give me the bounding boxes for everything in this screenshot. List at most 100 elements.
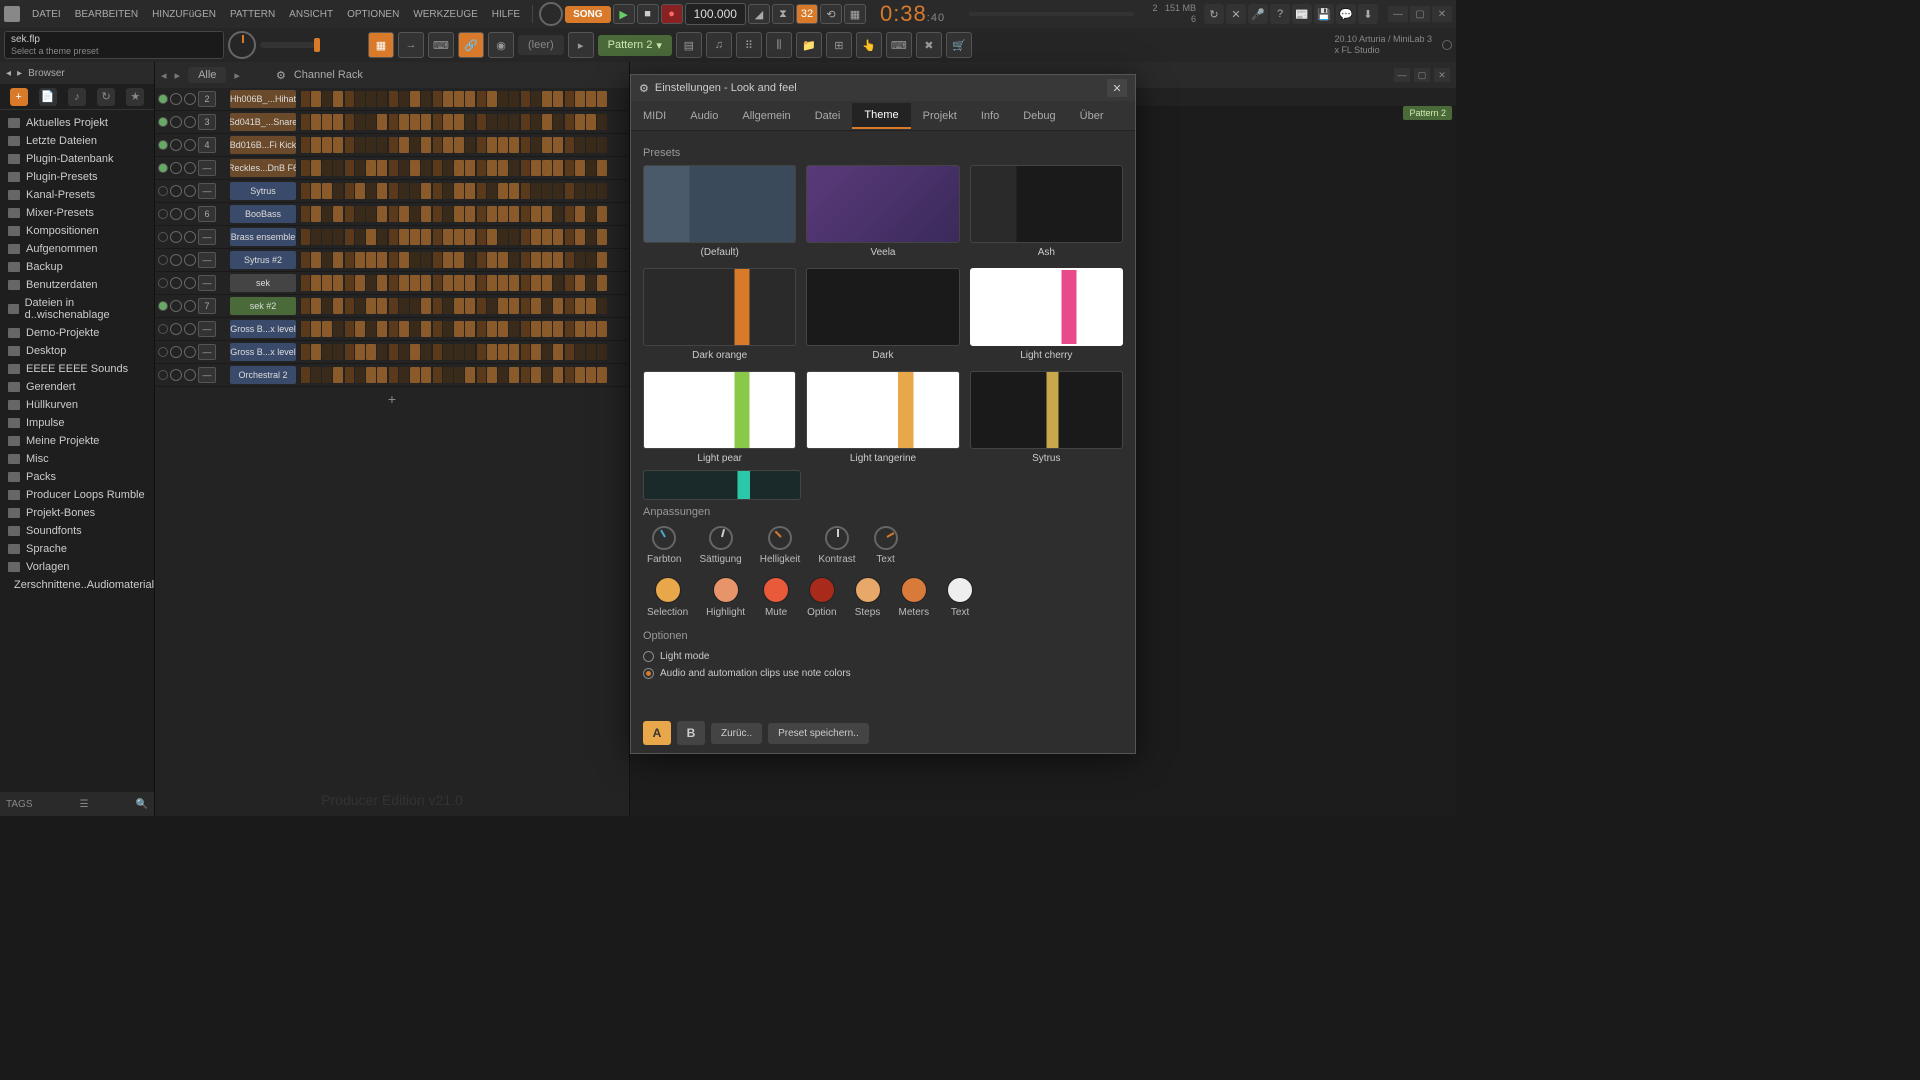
channel-pan-knob[interactable] — [170, 93, 182, 105]
step-cell[interactable] — [300, 137, 310, 153]
step-cell[interactable] — [410, 137, 420, 153]
settings-tab-info[interactable]: Info — [969, 104, 1011, 128]
menu-options[interactable]: OPTIONEN — [341, 5, 405, 24]
browser-item[interactable]: Demo-Projekte — [0, 324, 154, 342]
adjustment-knob[interactable] — [768, 526, 792, 550]
step-cell[interactable] — [322, 206, 332, 222]
step-cell[interactable] — [377, 298, 387, 314]
channel-vol-knob[interactable] — [184, 162, 196, 174]
step-cell[interactable] — [575, 298, 585, 314]
step-cell[interactable] — [311, 206, 321, 222]
channel-pan-knob[interactable] — [170, 300, 182, 312]
step-cell[interactable] — [465, 344, 475, 360]
step-edit-button[interactable]: ▦ — [844, 4, 866, 24]
step-cell[interactable] — [476, 137, 486, 153]
channel-route[interactable]: — — [198, 183, 216, 199]
step-cell[interactable] — [498, 298, 508, 314]
step-cell[interactable] — [344, 206, 354, 222]
step-cell[interactable] — [531, 367, 541, 383]
compare-a-button[interactable]: A — [643, 721, 671, 745]
step-cell[interactable] — [454, 252, 464, 268]
step-cell[interactable] — [300, 275, 310, 291]
channel-name-button[interactable]: Reckles...DnB F6 — [230, 159, 296, 177]
step-cell[interactable] — [553, 183, 563, 199]
step-cell[interactable] — [421, 321, 431, 337]
settings-tab-über[interactable]: Über — [1068, 104, 1116, 128]
step-cell[interactable] — [311, 252, 321, 268]
step-cell[interactable] — [586, 367, 596, 383]
cr-fwd-icon[interactable]: ▸ — [175, 69, 181, 82]
step-cell[interactable] — [542, 183, 552, 199]
color-swatch[interactable] — [713, 577, 739, 603]
plugin-picker-icon[interactable]: ⊞ — [826, 32, 852, 58]
channel-vol-knob[interactable] — [184, 231, 196, 243]
browser-item[interactable]: Producer Loops Rumble — [0, 486, 154, 504]
channel-mute-icon[interactable] — [158, 255, 168, 265]
step-cell[interactable] — [564, 344, 574, 360]
step-cell[interactable] — [432, 91, 442, 107]
bpm-display[interactable]: 100.000 — [685, 3, 746, 25]
step-cell[interactable] — [597, 275, 607, 291]
step-cell[interactable] — [553, 91, 563, 107]
step-cell[interactable] — [465, 114, 475, 130]
step-cell[interactable] — [465, 229, 475, 245]
stop-button[interactable]: ■ — [637, 4, 659, 24]
step-cell[interactable] — [498, 344, 508, 360]
live-mode-icon[interactable]: ◉ — [488, 32, 514, 58]
step-cell[interactable] — [355, 114, 365, 130]
tags-label[interactable]: TAGS — [6, 799, 32, 810]
step-cell[interactable] — [564, 367, 574, 383]
step-cell[interactable] — [553, 298, 563, 314]
step-cell[interactable] — [388, 91, 398, 107]
step-cell[interactable] — [586, 229, 596, 245]
step-cell[interactable] — [399, 137, 409, 153]
browser-item[interactable]: Vorlagen — [0, 558, 154, 576]
step-cell[interactable] — [586, 321, 596, 337]
step-cell[interactable] — [366, 137, 376, 153]
step-cell[interactable] — [575, 275, 585, 291]
step-cell[interactable] — [597, 298, 607, 314]
options-icon[interactable]: ▸ — [17, 68, 22, 79]
add-channel-button[interactable]: + — [155, 387, 629, 411]
step-cell[interactable] — [509, 344, 519, 360]
step-cell[interactable] — [498, 367, 508, 383]
channel-route[interactable]: — — [198, 160, 216, 176]
step-cell[interactable] — [586, 298, 596, 314]
step-cell[interactable] — [476, 275, 486, 291]
channel-name-button[interactable]: Brass ensemble — [230, 228, 296, 246]
step-cell[interactable] — [443, 298, 453, 314]
step-cell[interactable] — [311, 275, 321, 291]
step-cell[interactable] — [498, 321, 508, 337]
step-cell[interactable] — [443, 275, 453, 291]
step-cell[interactable] — [355, 298, 365, 314]
step-cell[interactable] — [487, 344, 497, 360]
step-cell[interactable] — [432, 275, 442, 291]
step-cell[interactable] — [311, 298, 321, 314]
step-cell[interactable] — [454, 275, 464, 291]
channel-pan-knob[interactable] — [170, 346, 182, 358]
send-to-icon[interactable]: → — [398, 32, 424, 58]
step-cell[interactable] — [333, 298, 343, 314]
step-cell[interactable] — [487, 206, 497, 222]
step-cell[interactable] — [509, 321, 519, 337]
step-cell[interactable] — [443, 137, 453, 153]
browser-tree[interactable]: Aktuelles ProjektLetzte DateienPlugin-Da… — [0, 110, 154, 792]
channel-pan-knob[interactable] — [170, 139, 182, 151]
step-cell[interactable] — [509, 206, 519, 222]
step-cell[interactable] — [509, 298, 519, 314]
step-cell[interactable] — [443, 321, 453, 337]
view-piano-roll-icon[interactable]: ♫ — [706, 32, 732, 58]
step-cell[interactable] — [333, 114, 343, 130]
step-cell[interactable] — [553, 321, 563, 337]
step-cell[interactable] — [564, 252, 574, 268]
search-icon[interactable]: 🔍 — [136, 799, 148, 810]
channel-pan-knob[interactable] — [170, 162, 182, 174]
step-cell[interactable] — [465, 367, 475, 383]
step-cell[interactable] — [487, 298, 497, 314]
step-cell[interactable] — [322, 298, 332, 314]
step-cell[interactable] — [465, 160, 475, 176]
browser-item[interactable]: Zerschnittene..Audiomaterial — [0, 576, 154, 594]
channel-vol-knob[interactable] — [184, 185, 196, 197]
step-cell[interactable] — [476, 367, 486, 383]
step-cell[interactable] — [454, 344, 464, 360]
